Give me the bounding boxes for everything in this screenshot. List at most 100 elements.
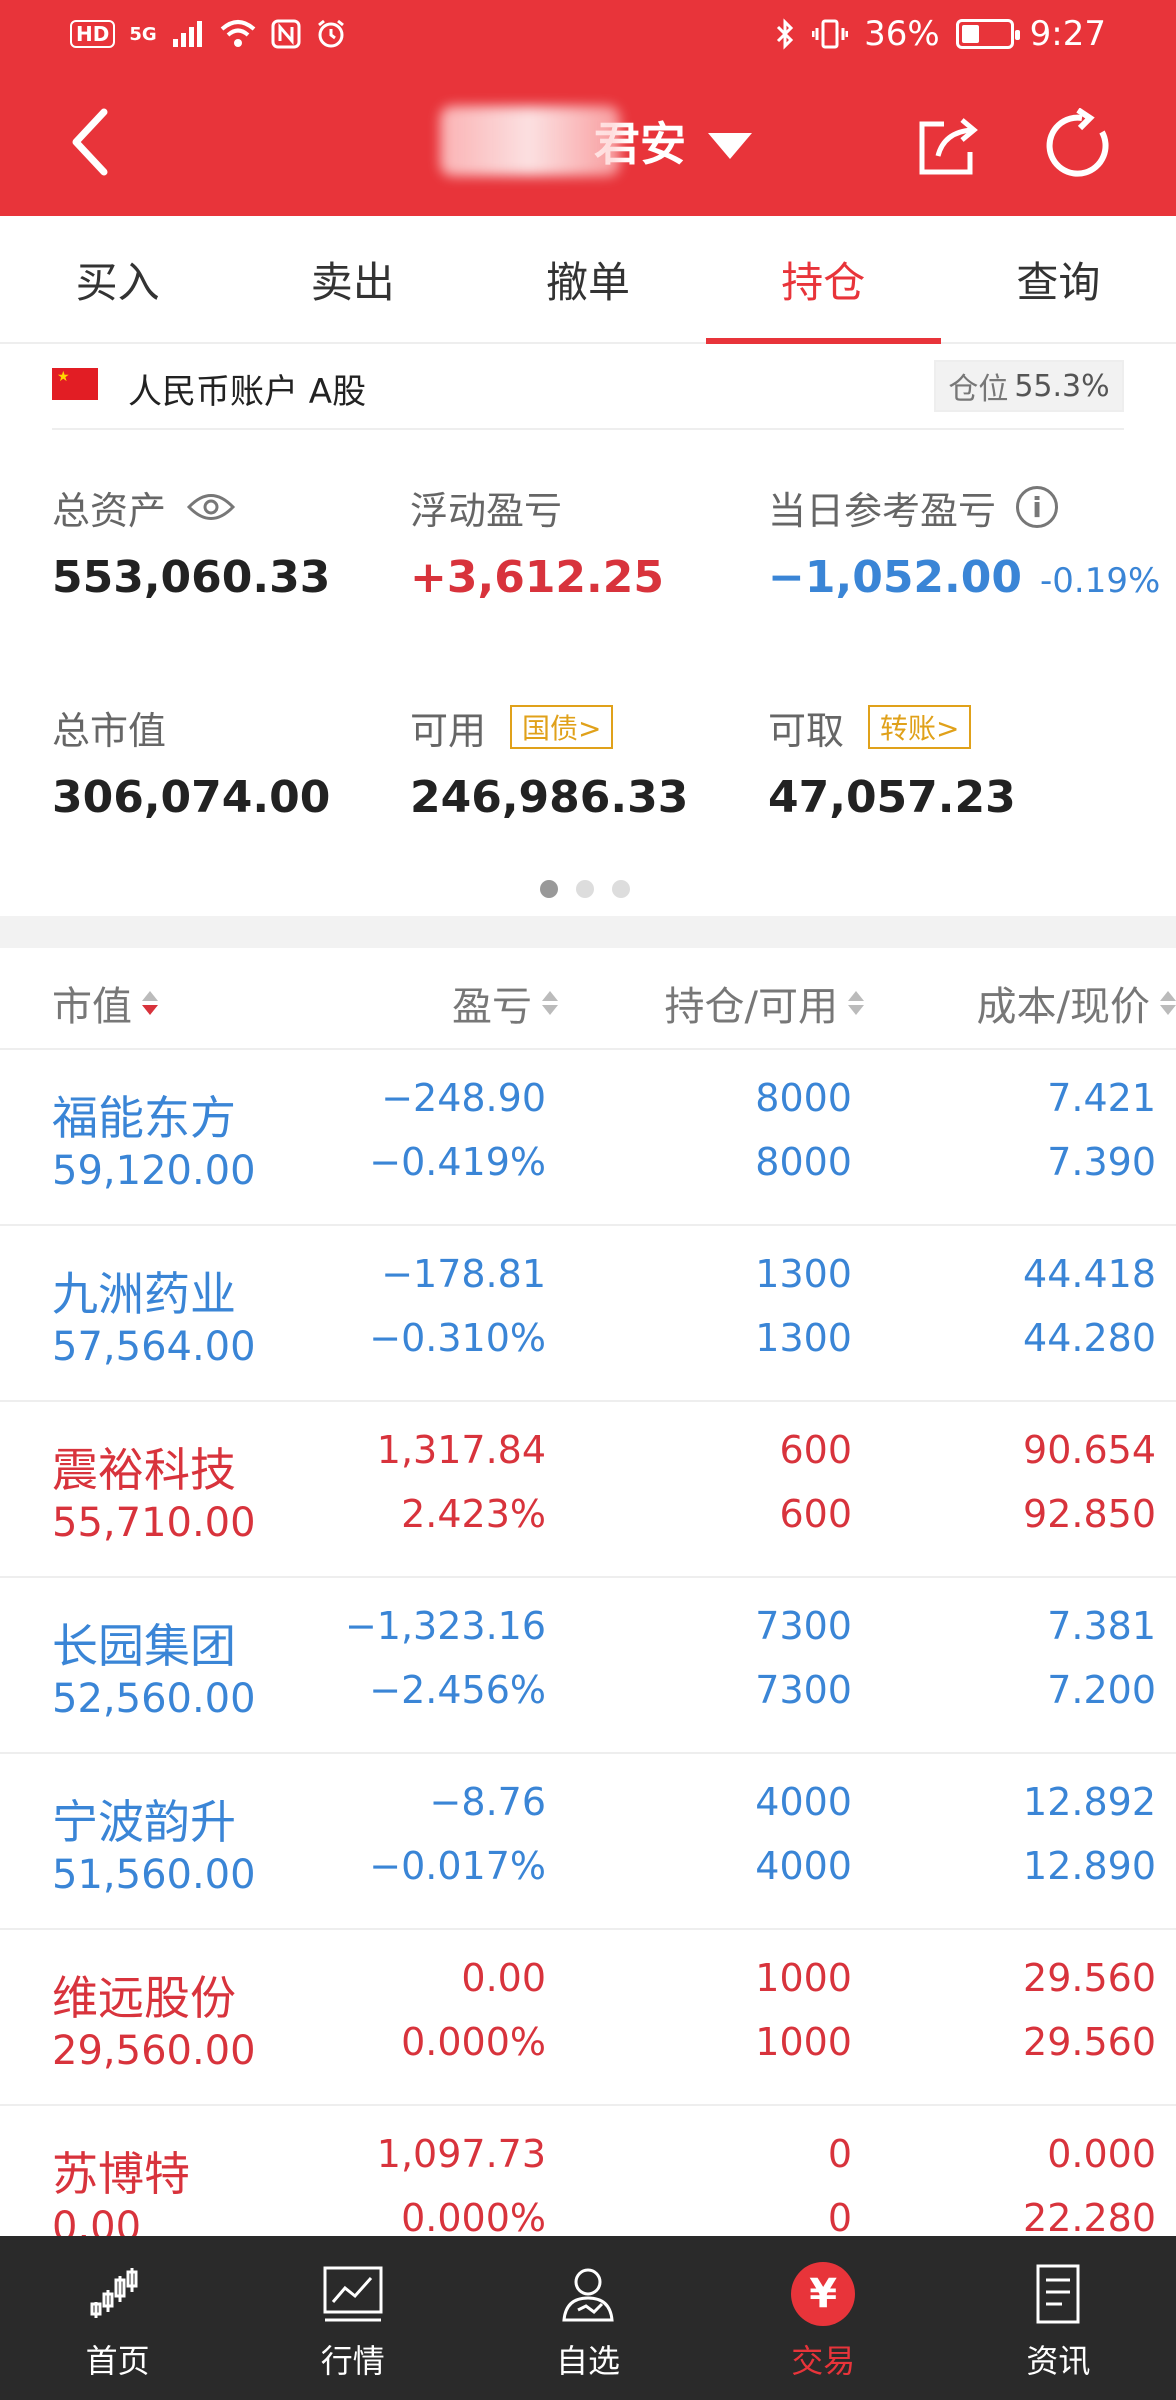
signal-icon: [172, 21, 202, 47]
stock-pl-percent: −0.419%: [369, 1140, 546, 1184]
stock-holding: 8000: [755, 1076, 852, 1120]
nav-market[interactable]: 行情: [235, 2236, 470, 2400]
sort-icon: [1160, 991, 1176, 1015]
stock-cost: 29.560: [1023, 1956, 1156, 2000]
header-cost-price: 成本/现价: [976, 984, 1150, 1030]
stock-available: 1300: [755, 1316, 852, 1360]
holding-row[interactable]: 福能东方 59,120.00 −248.90 −0.419% 8000 8000…: [0, 1050, 1176, 1226]
treasury-button[interactable]: 国债>: [510, 705, 614, 749]
title-blur-overlay: [440, 106, 620, 176]
stock-name: 宁波韵升: [52, 1795, 236, 1849]
withdrawable-label: 可取: [768, 708, 845, 753]
header-pl: 盈亏: [452, 984, 532, 1030]
info-icon[interactable]: i: [1016, 486, 1059, 528]
stock-pl-percent: −0.310%: [369, 1316, 546, 1360]
nfc-icon: [271, 19, 301, 49]
stock-available: 7300: [755, 1668, 852, 1712]
holding-row[interactable]: 震裕科技 55,710.00 1,317.84 2.423% 600 600 9…: [0, 1402, 1176, 1578]
page-dot: [612, 880, 630, 898]
market-value-cell: 总市值 306,074.00: [52, 702, 412, 824]
caret-down-icon: [708, 133, 752, 159]
stock-pl-percent: −0.017%: [369, 1844, 546, 1888]
tab-cancel-order[interactable]: 撤单: [470, 216, 705, 342]
stock-holding: 7300: [755, 1604, 852, 1648]
battery-percent: 36%: [864, 14, 940, 54]
stock-name: 福能东方: [52, 1091, 236, 1145]
header-market-value: 市值: [52, 984, 132, 1030]
stock-pl: −8.76: [429, 1780, 546, 1824]
page-indicator: [540, 880, 630, 898]
position-label: 仓位: [948, 372, 1009, 407]
holding-row[interactable]: 九洲药业 57,564.00 −178.81 −0.310% 1300 1300…: [0, 1226, 1176, 1402]
tab-holdings[interactable]: 持仓: [705, 216, 942, 344]
stock-available: 1000: [755, 2020, 852, 2064]
nav-watchlist[interactable]: 自选: [470, 2236, 705, 2400]
stock-pl: −178.81: [381, 1252, 546, 1296]
section-separator: [0, 916, 1176, 948]
stock-pl-percent: 0.000%: [401, 2196, 546, 2240]
refresh-icon: [1046, 107, 1109, 177]
nav-label: 自选: [556, 2342, 621, 2380]
stock-pl-percent: 2.423%: [401, 1492, 546, 1536]
stock-market-value: 55,710.00: [52, 1500, 256, 1546]
stock-market-value: 29,560.00: [52, 2028, 256, 2074]
account-switcher[interactable]: 君安: [440, 86, 752, 196]
available-label: 可用: [410, 708, 487, 753]
nav-label: 行情: [320, 2342, 385, 2380]
stock-name: 震裕科技: [52, 1443, 236, 1497]
stock-name: 长园集团: [52, 1619, 236, 1673]
sort-pl[interactable]: 盈亏: [452, 974, 558, 1032]
tab-sell[interactable]: 卖出: [235, 216, 470, 342]
holdings-list: 福能东方 59,120.00 −248.90 −0.419% 8000 8000…: [0, 1050, 1176, 2282]
stock-cost: 12.892: [1023, 1780, 1156, 1824]
stock-available: 4000: [755, 1844, 852, 1888]
user-star-icon: [562, 2268, 614, 2322]
stock-available: 600: [779, 1492, 852, 1536]
page-dot: [576, 880, 594, 898]
daily-pl-percent: -0.19%: [1040, 561, 1161, 601]
nav-trade[interactable]: ¥ 交易: [706, 2236, 941, 2400]
asset-summary[interactable]: 总资产 553,060.33 浮动盈亏 +3,612.25 当日参考盈亏 i −…: [0, 430, 1176, 914]
sort-desc-icon: [142, 991, 158, 1015]
tab-query[interactable]: 查询: [941, 216, 1176, 342]
stock-market-value: 51,560.00: [52, 1852, 256, 1898]
total-assets-cell: 总资产 553,060.33: [52, 482, 412, 604]
wifi-icon: [220, 20, 255, 47]
sort-cost-price[interactable]: 成本/现价: [977, 974, 1176, 1032]
status-right: 36% 9:27: [774, 14, 1106, 54]
holding-row[interactable]: 长园集团 52,560.00 −1,323.16 −2.456% 7300 73…: [0, 1578, 1176, 1754]
share-button[interactable]: [914, 112, 984, 178]
alarm-icon: [317, 19, 344, 48]
nav-home[interactable]: 首页: [0, 2236, 235, 2400]
eye-icon[interactable]: [186, 490, 236, 524]
stock-cost: 90.654: [1023, 1428, 1156, 1472]
sort-holding[interactable]: 持仓/可用: [665, 974, 864, 1032]
holding-row[interactable]: 宁波韵升 51,560.00 −8.76 −0.017% 4000 4000 1…: [0, 1754, 1176, 1930]
nav-news[interactable]: 资讯: [941, 2236, 1176, 2400]
tab-buy[interactable]: 买入: [0, 216, 235, 342]
daily-pl-label: 当日参考盈亏: [768, 488, 997, 533]
back-button[interactable]: [62, 102, 132, 182]
nav-label: 交易: [791, 2342, 856, 2380]
stock-market-value: 52,560.00: [52, 1676, 256, 1722]
daily-pl-amount: −1,052.00: [768, 552, 1022, 603]
holding-row[interactable]: 维远股份 29,560.00 0.00 0.000% 1000 1000 29.…: [0, 1930, 1176, 2106]
sort-market-value[interactable]: 市值: [52, 974, 158, 1032]
stock-name: 九洲药业: [52, 1267, 236, 1321]
stock-pl: 1,317.84: [376, 1428, 546, 1472]
stock-price: 7.200: [1047, 1668, 1156, 1712]
stock-cost: 7.421: [1047, 1076, 1156, 1120]
refresh-button[interactable]: [1042, 107, 1118, 184]
position-value: 55.3%: [1014, 368, 1110, 404]
withdrawable-cell: 可取 转账> 47,057.23: [768, 702, 1128, 823]
holdings-table-header: 市值 盈亏 持仓/可用 成本/现价: [0, 948, 1176, 1050]
stock-price: 29.560: [1023, 2020, 1156, 2064]
total-assets-label: 总资产: [52, 488, 167, 533]
transfer-button[interactable]: 转账>: [868, 705, 972, 749]
nav-label: 首页: [85, 2342, 150, 2380]
trade-tabs: 买入 卖出 撤单 持仓 查询: [0, 216, 1176, 344]
account-row: ★ 人民币账户 A股 仓位 55.3%: [0, 344, 1176, 430]
page-dot: [540, 880, 558, 898]
5g-icon: 5G: [129, 23, 157, 45]
bluetooth-icon: [777, 18, 794, 50]
